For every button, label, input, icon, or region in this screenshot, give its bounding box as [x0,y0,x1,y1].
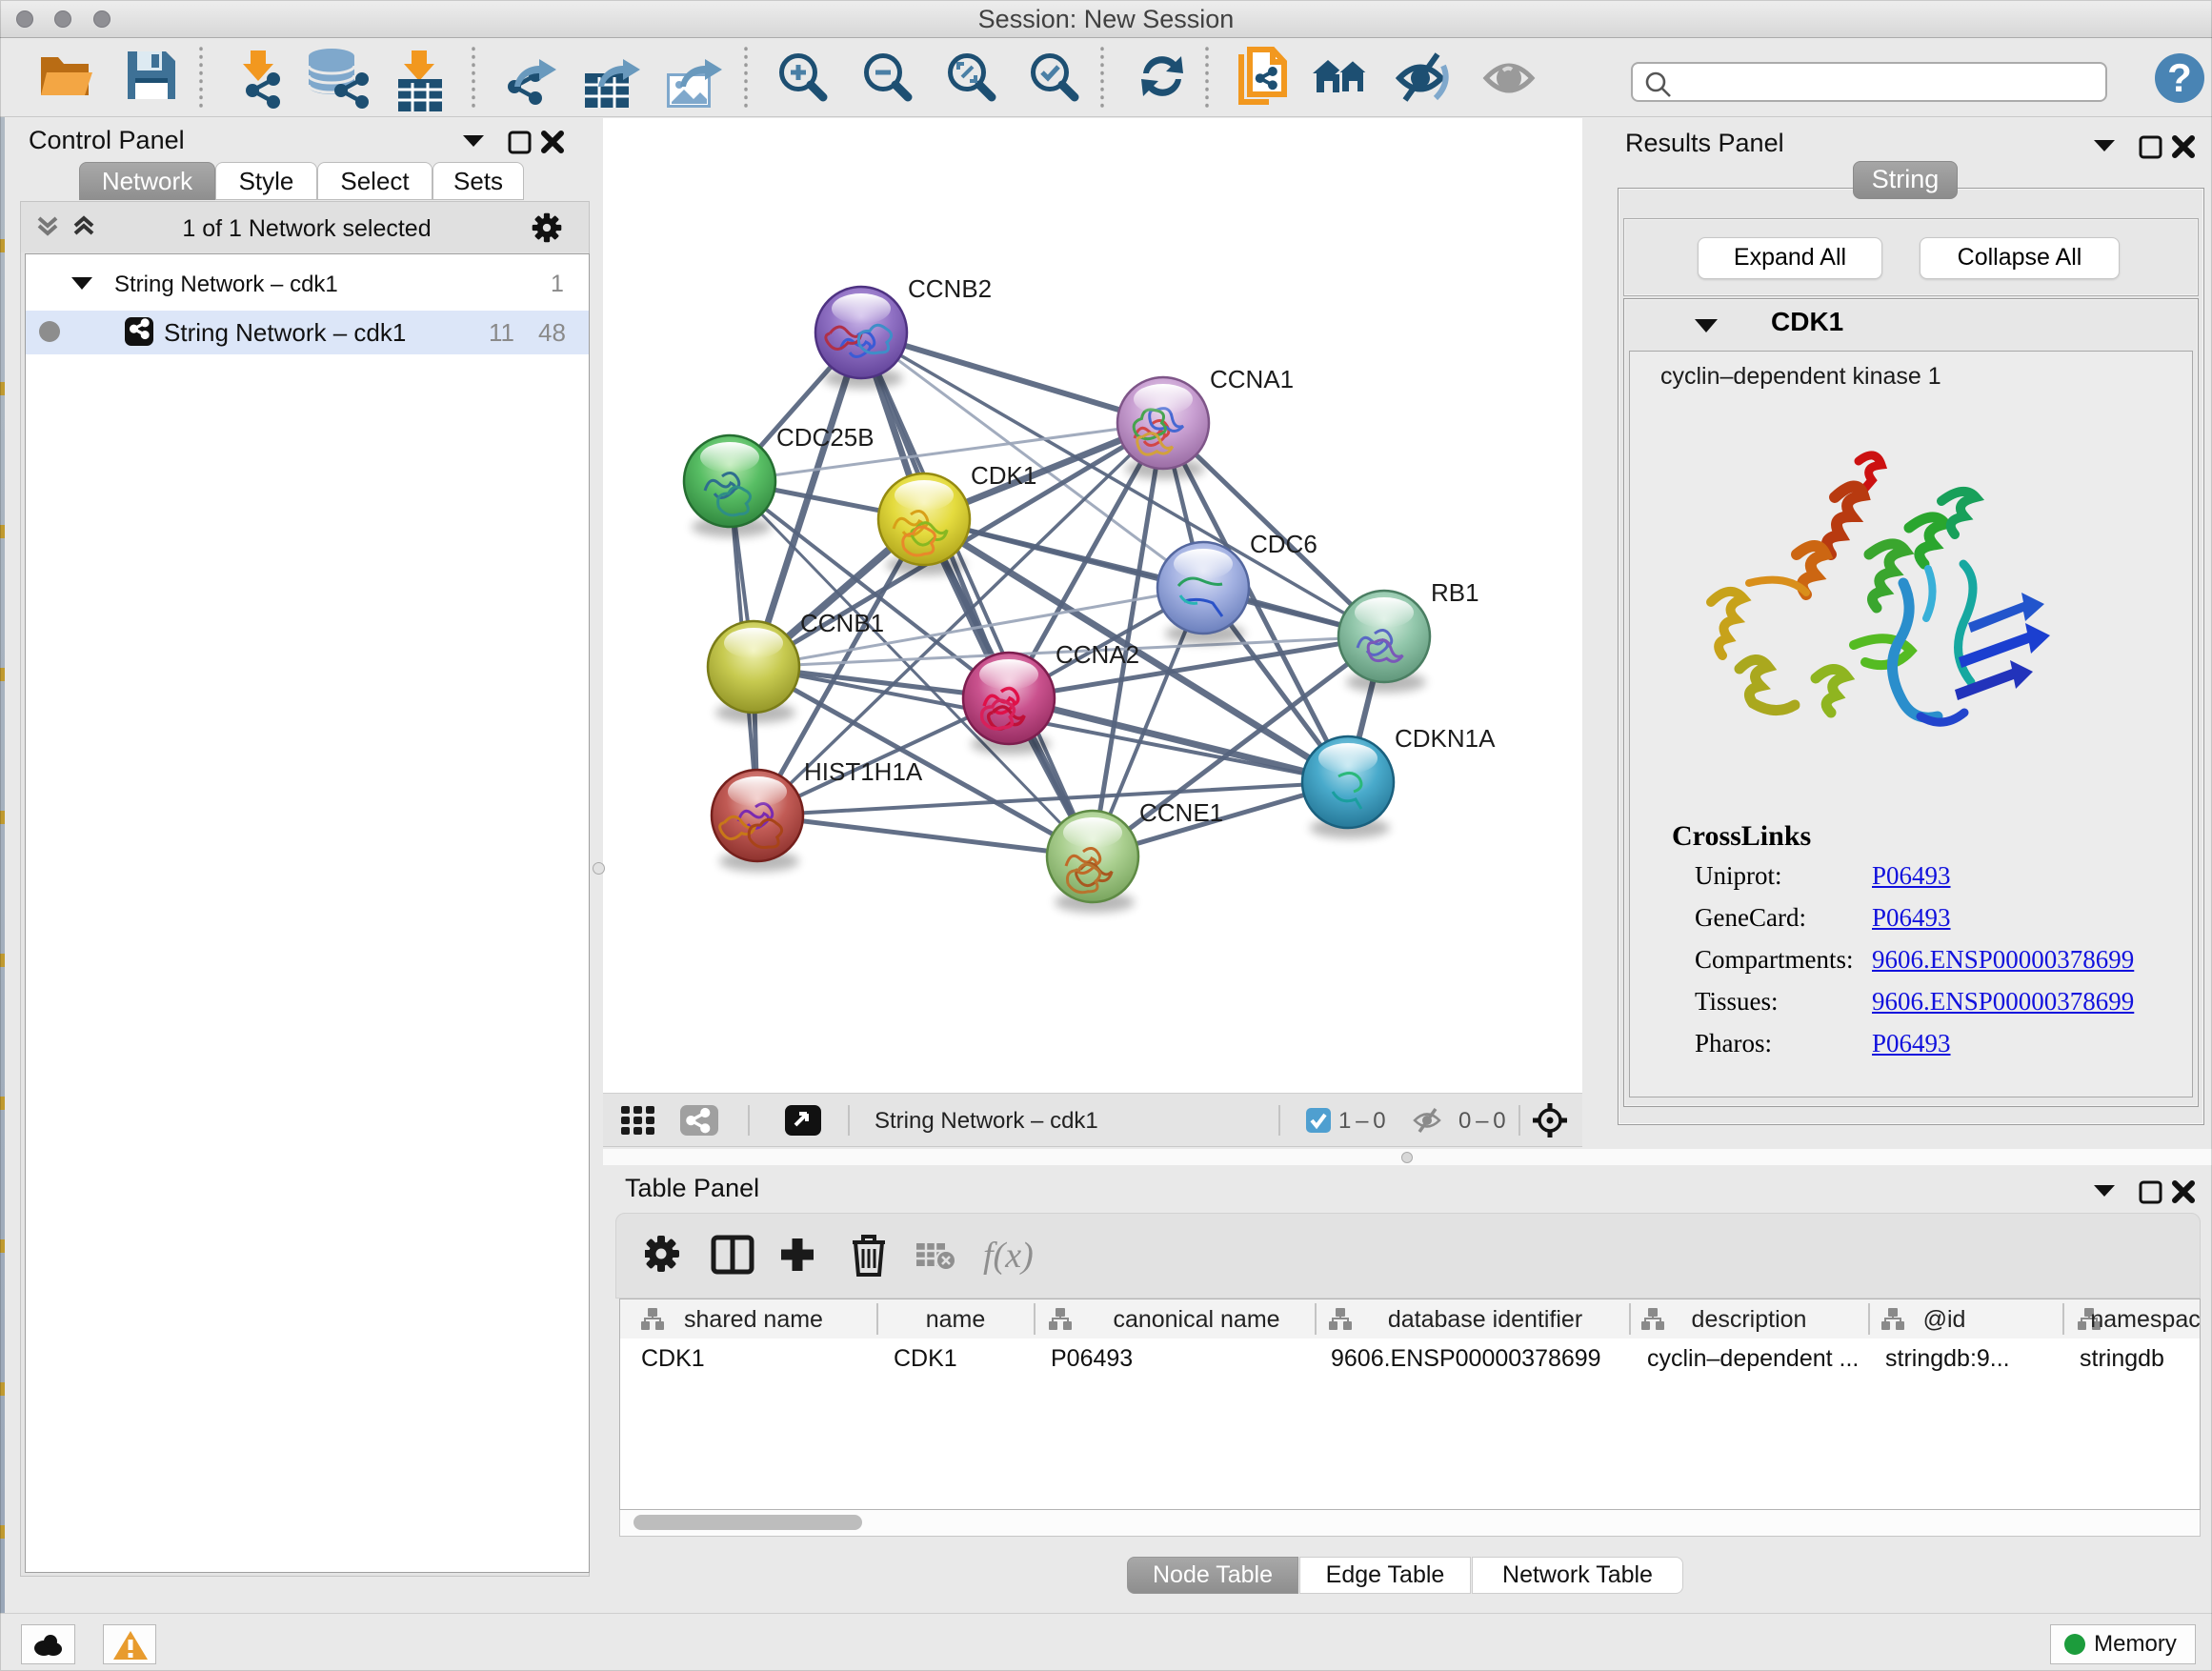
svg-text:HIST1H1A: HIST1H1A [804,757,923,786]
svg-text:description: description [1692,1306,1807,1333]
svg-text:f(x): f(x) [983,1236,1034,1276]
svg-text:CDC25B: CDC25B [776,423,875,452]
svg-text:name: name [926,1306,986,1333]
svg-text:canonical name: canonical name [1113,1306,1279,1333]
svg-text:shared name: shared name [684,1306,823,1333]
svg-text:CDK1: CDK1 [971,461,1036,490]
svg-text:1 – 0: 1 – 0 [1338,1108,1386,1134]
svg-text:@id: @id [1923,1306,1966,1333]
svg-text:RB1: RB1 [1431,578,1479,607]
svg-text:CDKN1A: CDKN1A [1395,724,1496,753]
svg-text:CCNB2: CCNB2 [908,274,992,303]
svg-text:CCNA2: CCNA2 [1056,640,1139,669]
svg-text:database identifier: database identifier [1388,1306,1582,1333]
svg-text:CCNE1: CCNE1 [1139,798,1223,827]
svg-text:0 – 0: 0 – 0 [1458,1108,1506,1134]
svg-text:CCNB1: CCNB1 [800,609,884,637]
svg-text:namespace: namespace [2090,1306,2200,1333]
svg-text:CDC6: CDC6 [1250,530,1317,558]
svg-text:CCNA1: CCNA1 [1210,365,1294,393]
svg-text:?: ? [2167,55,2192,100]
svg-text:String Network – cdk1: String Network – cdk1 [875,1108,1098,1134]
